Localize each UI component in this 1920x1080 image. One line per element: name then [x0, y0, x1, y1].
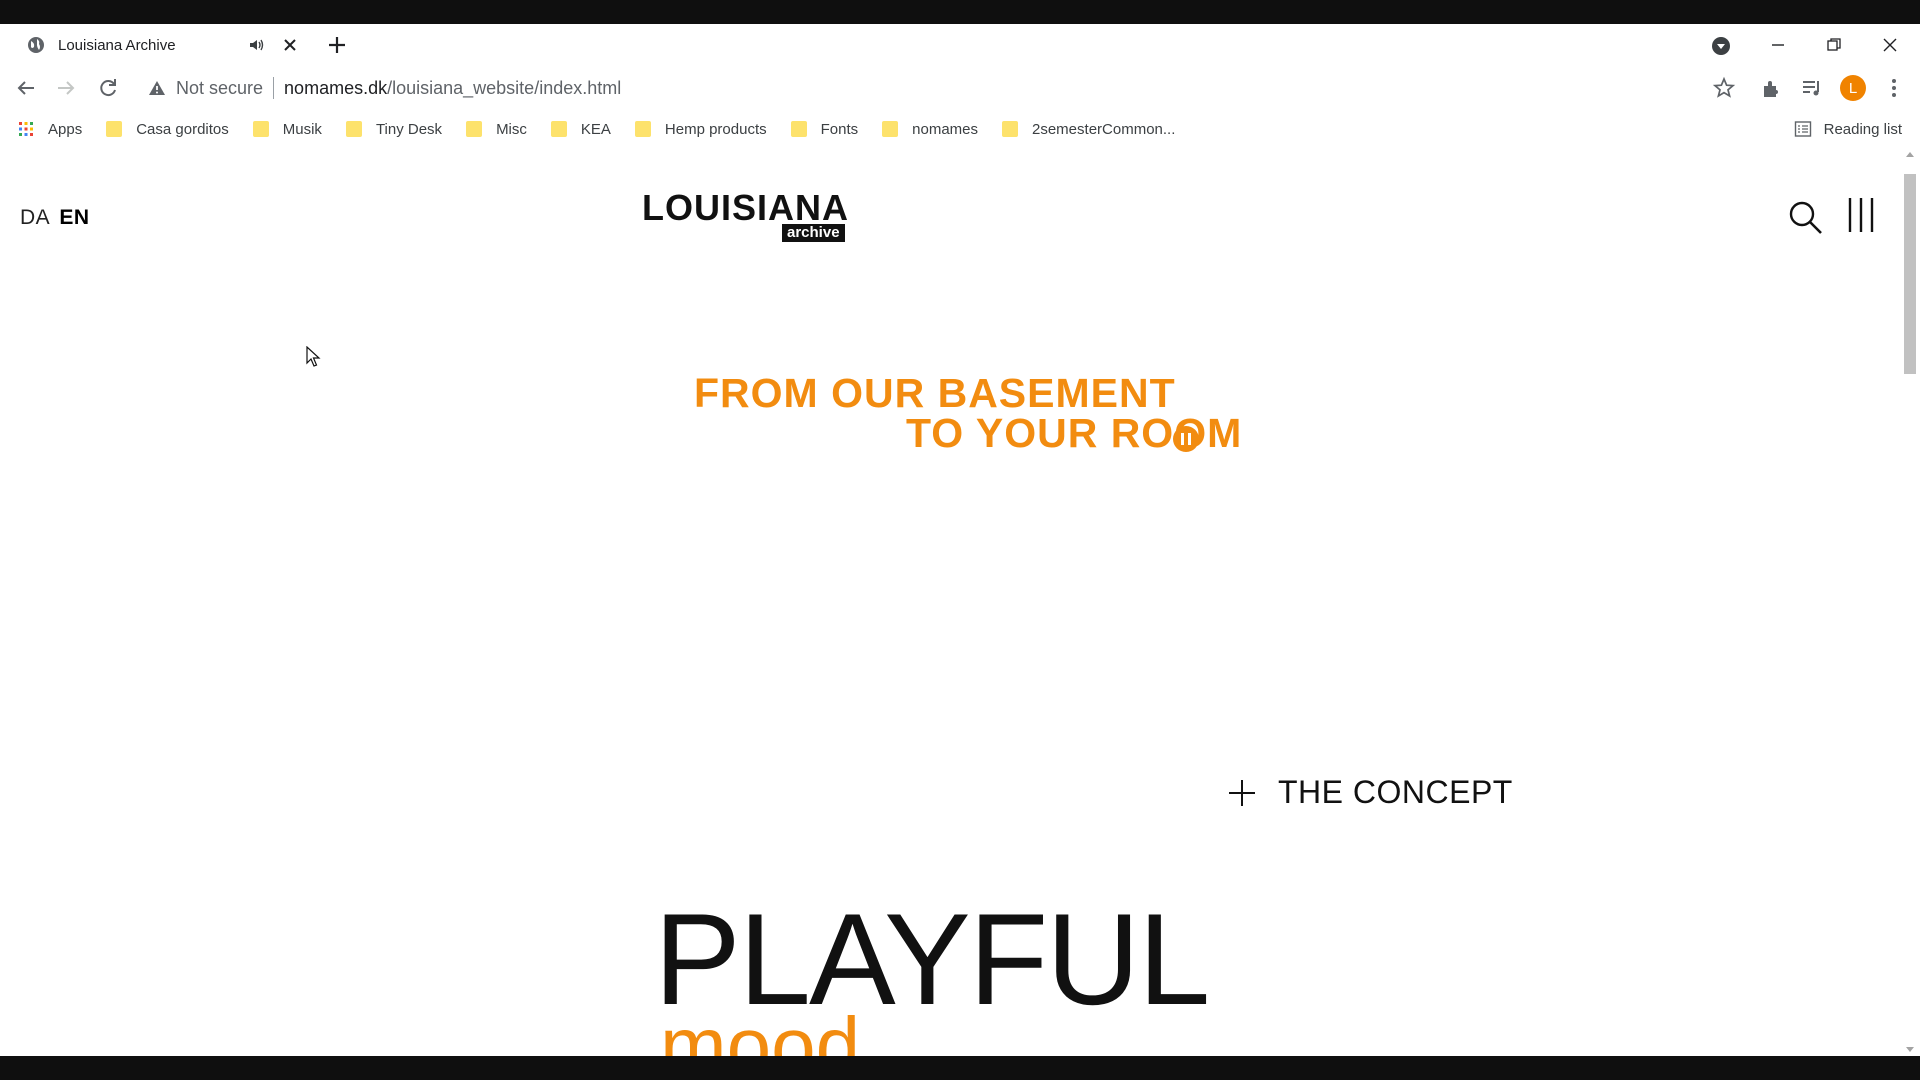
- bookmark-label: 2semesterCommon...: [1032, 120, 1176, 138]
- globe-icon: [28, 37, 44, 53]
- more-menu-icon[interactable]: [1882, 76, 1906, 100]
- omnibox-divider: [273, 77, 275, 99]
- bookmark-label: Apps: [48, 120, 83, 138]
- bookmark-star-icon[interactable]: [1712, 76, 1736, 100]
- menu-icon[interactable]: [1846, 196, 1876, 234]
- bookmark-folder[interactable]: Tiny Desk: [345, 120, 443, 138]
- profile-avatar[interactable]: L: [1840, 75, 1866, 101]
- language-switcher: DA EN: [20, 206, 90, 230]
- warning-icon[interactable]: [148, 79, 166, 97]
- site-logo[interactable]: LOUISIANA archive: [642, 187, 852, 242]
- scroll-down-arrow[interactable]: [1906, 1047, 1914, 1052]
- folder-icon: [882, 121, 899, 137]
- bookmark-folder[interactable]: Casa gorditos: [106, 121, 229, 138]
- close-window-button[interactable]: [1870, 32, 1910, 58]
- speaker-icon[interactable]: [248, 36, 266, 54]
- bookmark-folder[interactable]: Musik: [252, 120, 322, 138]
- url-host: nomames.dk: [284, 77, 388, 98]
- media-control-icon[interactable]: [1800, 76, 1824, 100]
- restore-button[interactable]: [1814, 32, 1854, 58]
- bookmark-apps[interactable]: Apps: [18, 121, 82, 138]
- tab-louisiana-archive[interactable]: Louisiana Archive: [14, 24, 304, 66]
- bookmarks-bar: Apps Casa gorditos Musik Tiny Desk Misc …: [0, 110, 1920, 148]
- mouse-cursor-icon: [306, 346, 321, 367]
- folder-icon: [106, 121, 123, 137]
- minimize-button[interactable]: [1758, 32, 1798, 58]
- close-icon: [1883, 38, 1897, 52]
- back-icon[interactable]: [14, 76, 38, 100]
- screen: Louisiana Archive Not secure nomames.dk …: [0, 0, 1920, 1080]
- url-path: /louisiana_website/index.html: [387, 77, 622, 98]
- bookmark-label: Musik: [282, 120, 322, 138]
- folder-icon: [550, 121, 567, 137]
- browser-window: Louisiana Archive Not secure nomames.dk …: [0, 24, 1920, 1056]
- new-tab-icon[interactable]: [326, 34, 348, 56]
- extensions-icon[interactable]: [1760, 76, 1784, 100]
- bookmark-folder[interactable]: nomames: [882, 121, 978, 138]
- restore-icon: [1827, 38, 1841, 51]
- logo-archive-badge: archive: [782, 224, 845, 242]
- subheadline: mood: [660, 1001, 861, 1057]
- bookmark-label: KEA: [580, 120, 611, 138]
- logo-wordmark: LOUISIANA: [642, 187, 849, 228]
- apps-grid-icon: [19, 122, 33, 136]
- bookmark-label: Tiny Desk: [375, 120, 443, 138]
- tab-title: Louisiana Archive: [58, 36, 176, 54]
- pause-icon[interactable]: [1172, 425, 1200, 453]
- search-icon[interactable]: [1788, 200, 1824, 236]
- bookmark-label: Misc: [496, 120, 527, 138]
- folder-icon: [790, 121, 807, 137]
- security-label[interactable]: Not secure: [176, 78, 263, 99]
- forward-icon[interactable]: [54, 76, 78, 100]
- bookmark-label: Hemp products: [664, 120, 767, 138]
- lang-da-link[interactable]: DA: [20, 206, 49, 229]
- folder-icon: [345, 121, 362, 137]
- minimize-icon: [1772, 44, 1784, 46]
- reload-icon[interactable]: [96, 76, 120, 100]
- tab-search-icon[interactable]: [1710, 35, 1732, 57]
- bookmark-label: nomames: [912, 120, 978, 138]
- folder-icon: [252, 121, 269, 137]
- bookmark-folder[interactable]: Hemp products: [634, 120, 767, 138]
- folder-icon: [1002, 121, 1018, 137]
- reading-list-button[interactable]: Reading list: [1794, 110, 1902, 148]
- folder-icon: [634, 121, 651, 137]
- reading-list-icon: [1794, 121, 1811, 137]
- bookmark-folder[interactable]: Fonts: [790, 120, 859, 138]
- address-bar[interactable]: Not secure nomames.dk/louisiana_website/…: [140, 72, 1700, 104]
- scroll-up-arrow[interactable]: [1906, 152, 1914, 157]
- bookmark-folder[interactable]: KEA: [550, 120, 611, 138]
- bookmark-folder[interactable]: Misc: [466, 121, 527, 138]
- concept-toggle[interactable]: THE CONCEPT: [1228, 774, 1513, 811]
- plus-icon: [1229, 779, 1255, 806]
- bookmark-label: Casa gorditos: [136, 120, 229, 138]
- concept-label: THE CONCEPT: [1278, 774, 1513, 810]
- lang-en-link[interactable]: EN: [59, 206, 89, 229]
- folder-icon: [466, 121, 483, 137]
- tab-strip: Louisiana Archive: [0, 24, 1920, 66]
- reading-list-label: Reading list: [1823, 120, 1902, 138]
- bookmark-folder[interactable]: 2semesterCommon...: [1002, 121, 1175, 138]
- toolbar: Not secure nomames.dk/louisiana_website/…: [0, 66, 1920, 110]
- scrollbar[interactable]: [1900, 148, 1920, 1056]
- page-viewport: DA EN LOUISIANA archive FROM OUR BASEMEN…: [0, 148, 1920, 1056]
- tab-close-icon[interactable]: [280, 35, 300, 55]
- scrollbar-thumb[interactable]: [1904, 174, 1916, 374]
- bookmark-label: Fonts: [820, 120, 859, 138]
